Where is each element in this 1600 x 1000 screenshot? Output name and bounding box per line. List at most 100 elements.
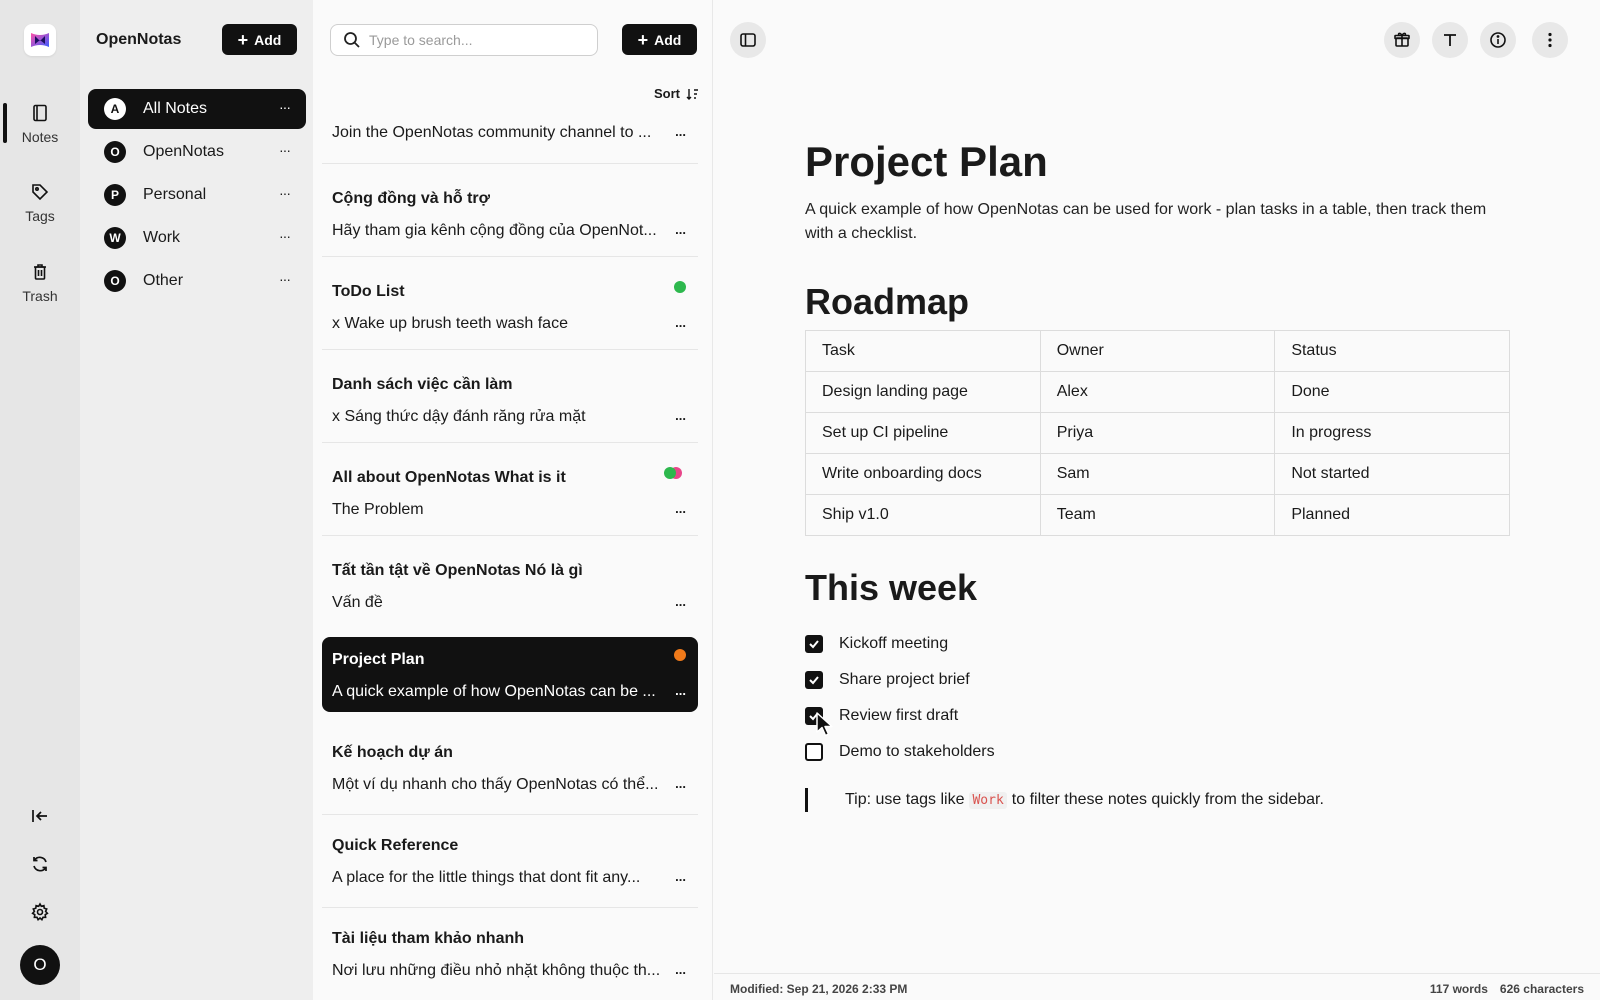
table-cell[interactable]: Alex [1039,371,1276,413]
note-item[interactable]: Tài liệu tham khảo nhanh Nơi lưu những đ… [322,916,698,991]
notebook-more-button[interactable]: ··· [279,99,291,115]
notebook-icon [33,104,47,122]
table-row: Design landing page Alex Done [805,371,1510,413]
note-item[interactable]: Cộng đồng và hỗ trợ Hãy tham gia kênh cộ… [322,176,698,251]
rail-trash[interactable]: Trash [0,262,80,304]
note-item[interactable]: All about OpenNotas What is it The Probl… [322,455,698,530]
notebook-initial: A [104,98,126,120]
table-cell[interactable]: In progress [1274,412,1510,454]
note-title-heading[interactable]: Project Plan [805,138,1048,186]
note-item[interactable]: Join the OpenNotas community channel to … [322,96,698,162]
notebook-name: Personal [143,186,207,203]
roadmap-table[interactable]: Task Owner Status Design landing page Al… [805,330,1510,536]
rail-notes[interactable]: Notes [0,103,80,145]
notebook-item-other[interactable]: O Other ··· [88,261,306,301]
sidebar-panel-icon [740,33,756,47]
note-item[interactable]: Tất tần tật về OpenNotas Nó là gì Vấn đề… [322,548,698,623]
add-notebook-button[interactable]: + Add [222,24,297,55]
sync-icon [33,856,47,872]
note-title: Danh sách việc cần làm [332,376,513,393]
sync-button[interactable] [24,848,56,880]
table-cell[interactable]: Priya [1039,412,1276,454]
app-logo[interactable] [24,24,56,56]
add-note-button[interactable]: + Add [622,24,697,55]
search-icon [344,32,360,48]
more-options-button[interactable] [1532,22,1568,58]
note-more-button[interactable]: ... [675,501,686,516]
note-editor: Project Plan A quick example of how Open… [714,0,1600,1000]
this-week-heading[interactable]: This week [805,567,977,609]
table-cell[interactable]: Not started [1274,453,1510,495]
note-item-active[interactable]: Project Plan A quick example of how Open… [322,637,698,712]
table-cell[interactable]: Design landing page [805,371,1041,413]
search-input[interactable] [369,32,579,48]
notebook-more-button[interactable]: ··· [279,228,291,244]
checklist-label[interactable]: Review first draft [839,707,958,725]
note-item[interactable]: Kế hoạch dự án Một ví dụ nhanh cho thấy … [322,730,698,805]
notebook-item-all-notes[interactable]: A All Notes ··· [88,89,306,129]
text-format-button[interactable] [1432,22,1468,58]
note-more-button[interactable]: ... [675,408,686,423]
note-more-button[interactable]: ... [675,683,686,698]
note-preview: A place for the little things that dont … [332,869,641,886]
settings-button[interactable] [24,896,56,928]
notebook-more-button[interactable]: ··· [279,142,291,158]
notebook-item-work[interactable]: W Work ··· [88,218,306,258]
notebook-initial: W [104,227,126,249]
note-intro-paragraph[interactable]: A quick example of how OpenNotas can be … [805,198,1515,246]
tip-blockquote[interactable]: Tip: use tags like Work to filter these … [805,788,1324,812]
checkmark-icon [809,640,819,649]
gift-button[interactable] [1384,22,1420,58]
table-cell[interactable]: Planned [1274,494,1510,536]
search-box[interactable] [330,24,598,56]
table-cell[interactable]: Sam [1039,453,1276,495]
table-cell[interactable]: Team [1039,494,1276,536]
table-cell[interactable]: Set up CI pipeline [805,412,1041,454]
notebook-name: OpenNotas [143,143,224,160]
table-cell[interactable]: Ship v1.0 [805,494,1041,536]
table-cell[interactable]: Write onboarding docs [805,453,1041,495]
gift-icon [1394,32,1410,47]
rail-trash-label: Trash [22,288,58,304]
notebook-more-button[interactable]: ··· [279,271,291,287]
checklist-item: Kickoff meeting [805,632,948,656]
mouse-cursor-icon [816,712,833,737]
note-item[interactable]: Danh sách việc cần làm x Sáng thức dậy đ… [322,362,698,437]
notebook-sidebar: OpenNotas + Add A All Notes ··· O OpenNo… [80,0,313,1000]
user-avatar[interactable]: O [20,945,60,985]
toggle-sidebar-button[interactable] [730,22,766,58]
table-row: Write onboarding docs Sam Not started [805,453,1510,495]
table-cell[interactable]: Task [805,330,1041,372]
checkbox-checked[interactable] [805,635,823,653]
tag-color-dot [664,467,676,479]
roadmap-heading[interactable]: Roadmap [805,281,969,323]
note-more-button[interactable]: ... [675,124,686,139]
note-more-button[interactable]: ... [675,776,686,791]
info-button[interactable] [1480,22,1516,58]
checkmark-icon [809,676,819,685]
collapse-sidebar-button[interactable] [24,800,56,832]
note-more-button[interactable]: ... [675,962,686,977]
status-bar: Modified: Sep 21, 2026 2:33 PM 117 words… [714,973,1600,1000]
note-item[interactable]: Quick Reference A place for the little t… [322,823,698,898]
note-item[interactable]: ToDo List x Wake up brush teeth wash fac… [322,269,698,344]
note-more-button[interactable]: ... [675,869,686,884]
note-more-button[interactable]: ... [675,222,686,237]
notebook-item-opennotas[interactable]: O OpenNotas ··· [88,132,306,172]
notebook-item-personal[interactable]: P Personal ··· [88,175,306,215]
note-preview: Vấn đề [332,594,383,611]
checklist-label[interactable]: Demo to stakeholders [839,743,995,761]
table-cell[interactable]: Owner [1039,330,1276,372]
note-more-button[interactable]: ... [675,315,686,330]
plus-icon: + [637,29,649,50]
rail-tags[interactable]: Tags [0,182,80,224]
note-preview: Join the OpenNotas community channel to … [332,124,652,141]
checklist-label[interactable]: Share project brief [839,671,970,689]
checkbox-checked[interactable] [805,671,823,689]
checkbox-unchecked[interactable] [805,743,823,761]
notebook-more-button[interactable]: ··· [279,185,291,201]
note-more-button[interactable]: ... [675,594,686,609]
checklist-label[interactable]: Kickoff meeting [839,635,948,653]
table-cell[interactable]: Done [1274,371,1510,413]
table-cell[interactable]: Status [1274,330,1510,372]
